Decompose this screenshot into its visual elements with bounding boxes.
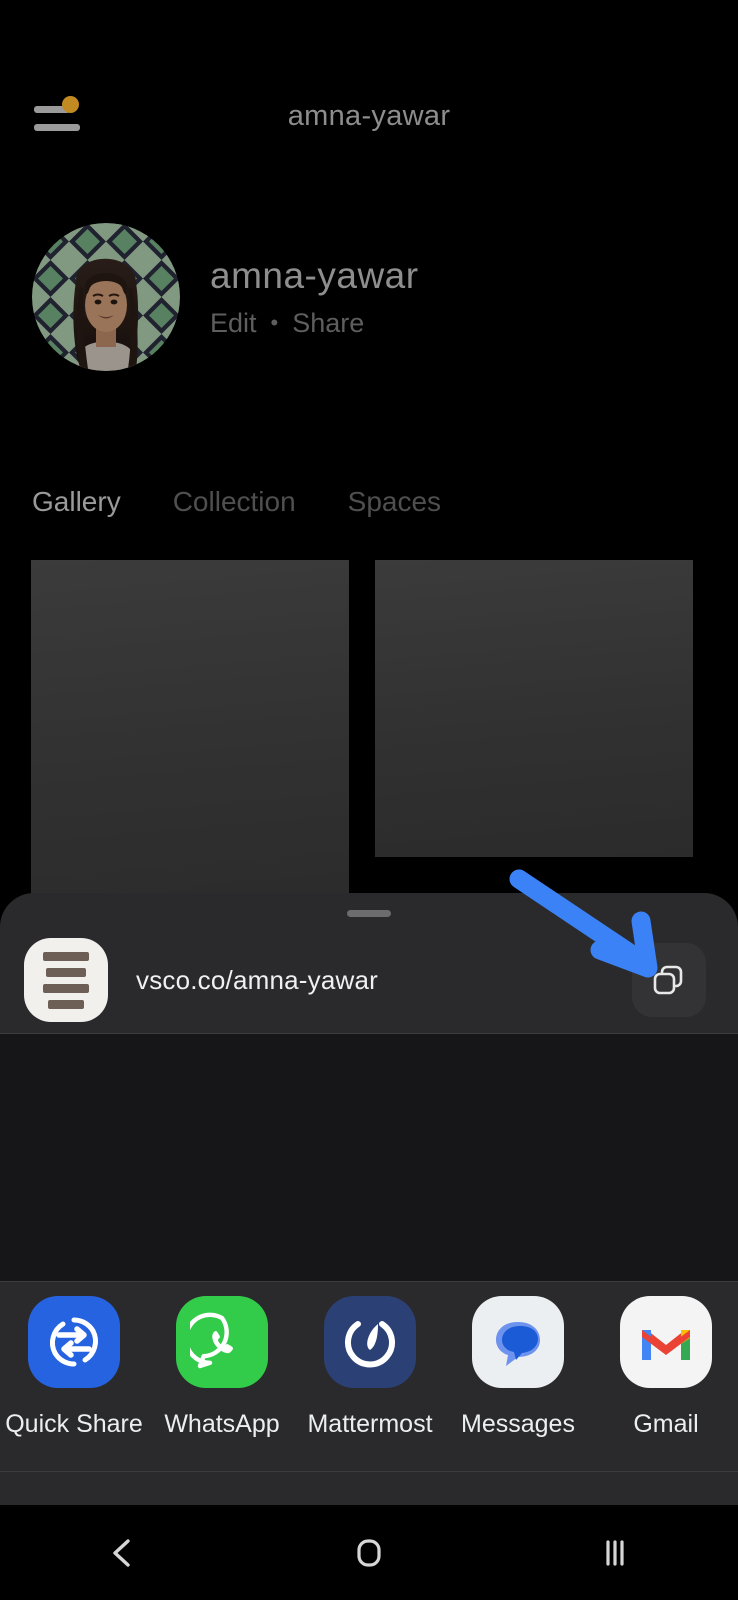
- drag-handle[interactable]: [347, 910, 391, 917]
- mattermost-icon: [324, 1296, 416, 1388]
- profile-header: amna-yawar Edit • Share: [0, 222, 738, 372]
- home-square-icon: [357, 1538, 381, 1567]
- sheet-divider: [0, 1471, 738, 1472]
- link-preview-line-1: [43, 951, 89, 961]
- share-target-mattermost[interactable]: Mattermost: [296, 1296, 444, 1439]
- profile-name: amna-yawar: [210, 255, 419, 297]
- share-target-label: Messages: [461, 1410, 575, 1438]
- gallery-grid: [0, 560, 738, 920]
- share-target-quick-share[interactable]: Quick Share: [0, 1296, 148, 1439]
- share-profile-link[interactable]: Share: [292, 308, 364, 339]
- copy-icon: [653, 965, 683, 995]
- page-title: amna-yawar: [287, 99, 451, 132]
- avatar[interactable]: [32, 223, 180, 371]
- tab-gallery[interactable]: Gallery: [32, 486, 121, 518]
- share-url-text: vsco.co/amna-yawar: [136, 964, 379, 995]
- recents-lines-icon: [606, 1539, 624, 1566]
- share-sheet: vsco.co/amna-yawar Quick Share WhatsApp …: [0, 893, 738, 1505]
- tab-collection[interactable]: Collection: [173, 486, 296, 518]
- link-preview-icon: [24, 938, 108, 1022]
- system-navigation-bar: [0, 1505, 738, 1600]
- link-preview-line-2: [46, 967, 86, 977]
- back-chevron-icon: [113, 1538, 130, 1567]
- avatar-image: [32, 223, 180, 371]
- nav-back-button[interactable]: [63, 1505, 183, 1600]
- share-target-whatsapp[interactable]: WhatsApp: [148, 1296, 296, 1439]
- link-preview-line-4: [48, 999, 84, 1009]
- messages-icon: [472, 1296, 564, 1388]
- gallery-thumbnail[interactable]: [375, 560, 693, 857]
- nav-recents-button[interactable]: [555, 1505, 675, 1600]
- quick-share-icon: [28, 1296, 120, 1388]
- edit-profile-link[interactable]: Edit: [210, 308, 257, 339]
- share-target-label: WhatsApp: [164, 1410, 280, 1438]
- link-preview-line-3: [43, 983, 89, 993]
- share-target-messages[interactable]: Messages: [444, 1296, 592, 1439]
- whatsapp-icon: [176, 1296, 268, 1388]
- profile-tabs: Gallery Collection Spaces: [0, 472, 738, 532]
- share-target-label: Quick Share: [5, 1410, 143, 1438]
- profile-meta: amna-yawar Edit • Share: [210, 255, 419, 339]
- share-suggestions-strip: [0, 1034, 738, 1281]
- share-app-row: Quick Share WhatsApp Mattermost Messages…: [0, 1282, 738, 1471]
- action-separator: •: [270, 310, 279, 336]
- share-target-label: Gmail: [633, 1410, 699, 1438]
- share-target-gmail[interactable]: Gmail: [592, 1296, 738, 1439]
- tab-spaces[interactable]: Spaces: [348, 486, 441, 518]
- gmail-icon: [620, 1296, 712, 1388]
- share-link-row: vsco.co/amna-yawar: [0, 927, 738, 1033]
- phone-screen: amna-yawar amna-yawar Edit • Share Galle…: [0, 0, 738, 1600]
- app-topbar: amna-yawar: [0, 76, 738, 156]
- copy-link-button[interactable]: [632, 943, 706, 1017]
- gallery-thumbnail[interactable]: [31, 560, 349, 920]
- profile-actions: Edit • Share: [210, 308, 419, 339]
- share-target-label: Mattermost: [307, 1410, 433, 1438]
- nav-home-button[interactable]: [309, 1505, 429, 1600]
